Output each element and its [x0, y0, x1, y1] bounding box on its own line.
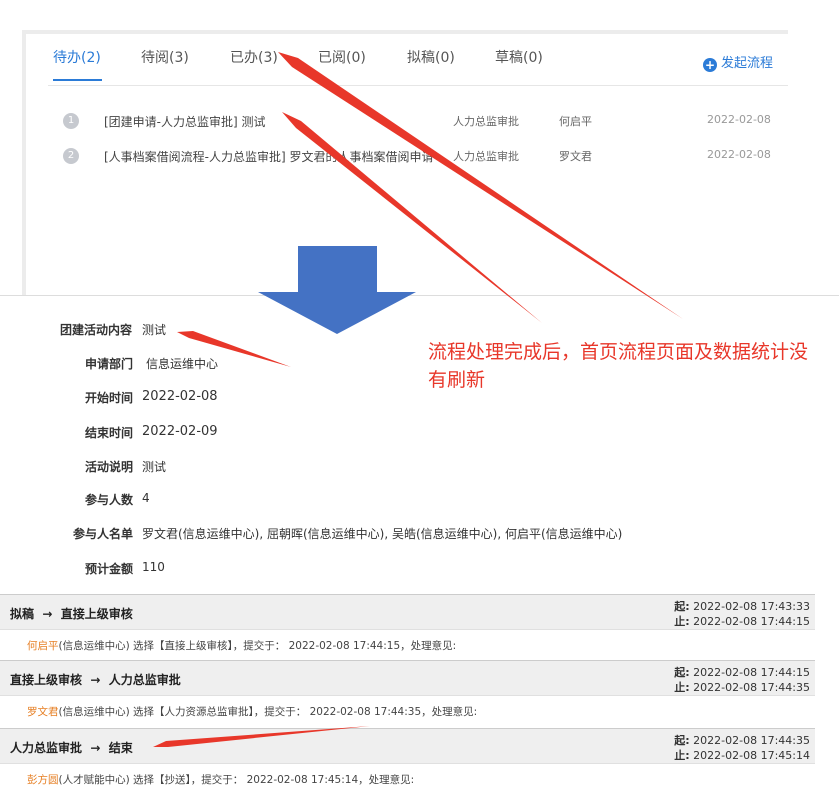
form-row: 参与人数 4 — [0, 491, 839, 511]
section-divider — [0, 295, 839, 296]
step-detail-text: (信息运维中心) 选择【人力资源总监审批】，提交于： 2022-02-08 17… — [58, 706, 478, 718]
form-label: 活动说明 — [84, 460, 133, 474]
form-value: 110 — [142, 560, 165, 574]
item-user: 何启平 — [559, 115, 592, 128]
form-row: 活动说明 测试 — [0, 458, 839, 478]
step-header: 拟稿 → 直接上级审核 起: 2022-02-08 17:43:33 止: 20… — [0, 594, 815, 630]
step-detail-text: (信息运维中心) 选择【直接上级审核】，提交于： 2022-02-08 17:4… — [58, 640, 457, 652]
step-detail-text: (人才赋能中心) 选择【抄送】，提交于： 2022-02-08 17:45:14… — [58, 774, 415, 786]
step-detail: 何启平(信息运维中心) 选择【直接上级审核】，提交于： 2022-02-08 1… — [0, 629, 815, 659]
item-title[interactable]: [团建申请-人力总监审批] 测试 — [104, 113, 438, 130]
form-value: 测试 — [142, 460, 167, 474]
step-header: 直接上级审核 → 人力总监审批 起: 2022-02-08 17:44:15 止… — [0, 660, 815, 696]
tab-drafting[interactable]: 拟稿(0) — [407, 47, 455, 67]
form-label: 申请部门 — [84, 357, 133, 371]
form-label: 参与人名单 — [72, 527, 133, 541]
tab-todo[interactable]: 待办(2) — [53, 47, 101, 67]
launch-flow-button[interactable]: + 发起流程 — [703, 52, 773, 72]
form-value: 测试 — [142, 323, 167, 337]
form-label: 参与人数 — [84, 493, 133, 507]
step-name: 拟稿 → 直接上级审核 — [10, 607, 133, 621]
step-detail: 彭方圆(人才赋能中心) 选择【抄送】，提交于： 2022-02-08 17:45… — [0, 763, 815, 793]
item-node: 人力总监审批 — [453, 150, 519, 163]
form-row: 参与人名单 罗文君(信息运维中心), 屈朝晖(信息运维中心), 吴皓(信息运维中… — [0, 525, 839, 545]
tab-to-read[interactable]: 待阅(3) — [141, 47, 189, 67]
item-date: 2022-02-08 — [707, 148, 771, 161]
launch-flow-label: 发起流程 — [721, 56, 774, 71]
item-number: 1 — [63, 113, 79, 129]
item-number: 2 — [63, 148, 79, 164]
tab-done[interactable]: 已办(3) — [230, 47, 278, 67]
form-label: 开始时间 — [84, 391, 133, 405]
step-start-time: 起: 2022-02-08 17:43:33 — [674, 600, 810, 613]
form-value: 罗文君(信息运维中心), 屈朝晖(信息运维中心), 吴皓(信息运维中心), 何启… — [142, 527, 623, 541]
form-label: 预计金额 — [84, 562, 133, 576]
annotation-note: 流程处理完成后，首页流程页面及数据统计没有刷新 — [428, 341, 809, 391]
tab-read[interactable]: 已阅(0) — [318, 47, 366, 67]
step-person[interactable]: 罗文君 — [27, 706, 59, 718]
step-person[interactable]: 何启平 — [27, 640, 59, 652]
form-label: 结束时间 — [84, 426, 133, 440]
step-start-time: 起: 2022-02-08 17:44:35 — [674, 734, 810, 747]
item-user: 罗文君 — [559, 150, 592, 163]
step-end-time: 止: 2022-02-08 17:44:35 — [674, 681, 810, 694]
form-label: 团建活动内容 — [59, 323, 132, 337]
form-row: 结束时间 2022-02-09 — [0, 424, 839, 444]
step-person[interactable]: 彭方圆 — [27, 774, 59, 786]
plus-circle-icon: + — [703, 58, 717, 72]
item-title[interactable]: [人事档案借阅流程-人力总监审批] 罗文君的人事档案借阅申请 — [104, 148, 438, 165]
step-end-time: 止: 2022-02-08 17:44:15 — [674, 615, 810, 628]
form-value: 2022-02-08 — [142, 389, 218, 404]
item-node: 人力总监审批 — [453, 115, 519, 128]
step-end-time: 止: 2022-02-08 17:45:14 — [674, 749, 810, 762]
step-header: 人力总监审批 → 结束 起: 2022-02-08 17:44:35 止: 20… — [0, 728, 815, 764]
item-date: 2022-02-08 — [707, 113, 771, 126]
form-value: 信息运维中心 — [146, 357, 219, 371]
home-flow-panel: 待办(2) 待阅(3) 已办(3) 已阅(0) 拟稿(0) 草稿(0) + 发起流… — [22, 30, 788, 296]
form-value: 2022-02-09 — [142, 424, 218, 439]
step-name: 人力总监审批 → 结束 — [10, 741, 133, 755]
tabs-divider — [48, 85, 788, 86]
tab-drafts[interactable]: 草稿(0) — [495, 47, 543, 67]
step-name: 直接上级审核 → 人力总监审批 — [10, 673, 181, 687]
form-row: 预计金额 110 — [0, 560, 839, 580]
form-value: 4 — [142, 491, 150, 505]
step-detail: 罗文君(信息运维中心) 选择【人力资源总监审批】，提交于： 2022-02-08… — [0, 695, 815, 725]
step-start-time: 起: 2022-02-08 17:44:15 — [674, 666, 810, 679]
active-tab-indicator — [53, 79, 102, 81]
